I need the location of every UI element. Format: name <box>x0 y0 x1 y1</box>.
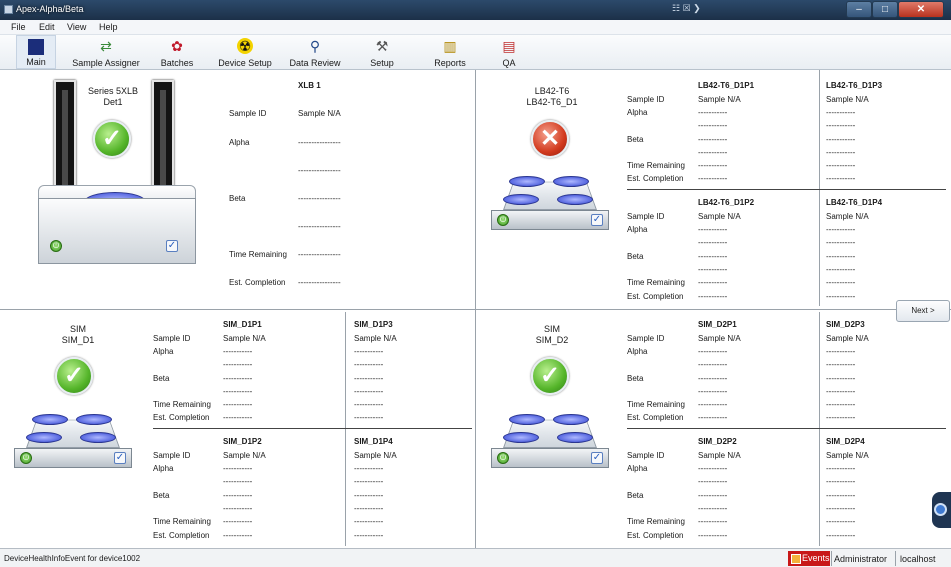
device-name: Series 5XLB <box>87 86 139 96</box>
books-icon: ▥ <box>443 38 457 54</box>
device-dashboard: ⏻ ✓ Series 5XLB Det1 ✓ XLB 1 Sample ID S… <box>0 70 951 548</box>
app-icon <box>4 5 13 14</box>
device-sub: SIM_D1 <box>61 335 95 345</box>
maximize-button[interactable]: □ <box>872 1 898 18</box>
check-badge-icon: ✓ <box>166 240 178 252</box>
power-led-icon: ⏻ <box>20 452 32 464</box>
ok-status-icon: ✓ <box>93 120 131 158</box>
toolbar-batches-button[interactable]: ✿ Batches <box>156 35 198 69</box>
power-led-icon: ⏻ <box>497 452 509 464</box>
menu-help[interactable]: Help <box>99 22 118 32</box>
toolbar: Main ⇄ Sample Assigner ✿ Batches ☢ Devic… <box>0 35 951 70</box>
menu-view[interactable]: View <box>67 22 86 32</box>
device-name: SIM <box>543 324 560 334</box>
device-sub: LB42-T6_D1 <box>526 97 578 107</box>
status-bar: DeviceHealthInfoEvent for device1002 Eve… <box>0 548 951 567</box>
toolbar-main-button[interactable]: Main <box>16 35 56 69</box>
tray-detector-image: ⏻ ✓ <box>14 408 132 474</box>
col-divider-top <box>475 70 476 309</box>
status-message: DeviceHealthInfoEvent for device1002 <box>4 554 141 563</box>
next-button[interactable]: Next > <box>896 300 950 322</box>
minimize-button[interactable]: – <box>846 1 872 18</box>
toolbar-qa-button[interactable]: ▤ QA <box>494 35 524 69</box>
close-button[interactable]: ✕ <box>898 1 944 18</box>
binoculars-icon: ⚲ <box>309 38 321 54</box>
error-status-icon: ✕ <box>531 120 569 158</box>
power-led-icon: ⏻ <box>50 240 62 252</box>
sample-assigner-icon: ⇄ <box>100 38 112 54</box>
toolbar-data-review-button[interactable]: ⚲ Data Review <box>286 35 344 69</box>
device-name: LB42-T6 <box>534 86 570 96</box>
menu-bar: File Edit View Help <box>0 20 951 35</box>
current-user: Administrator <box>834 554 888 564</box>
toolbar-sample-assigner-button[interactable]: ⇄ Sample Assigner <box>70 35 142 69</box>
events-button[interactable]: Events <box>788 551 830 566</box>
toolbar-device-setup-button[interactable]: ☢ Device Setup <box>216 35 274 69</box>
col-divider-bottom <box>475 310 476 548</box>
server-host: localhost <box>900 554 936 564</box>
tray-detector-image: ⏻ ✓ <box>491 408 609 474</box>
taskbar-widget[interactable]: ☷ ☒ ❯ <box>672 3 712 16</box>
device-name: SIM <box>69 324 86 334</box>
side-panel-toggle[interactable] <box>932 492 951 528</box>
device-sub: Det1 <box>103 97 123 107</box>
globe-icon <box>934 503 947 516</box>
tools-icon: ⚒ <box>375 38 389 54</box>
radiation-icon: ☢ <box>237 38 253 54</box>
toolbar-setup-button[interactable]: ⚒ Setup <box>362 35 402 69</box>
tray-detector-image: ⏻ ✓ <box>491 170 609 236</box>
check-badge-icon: ✓ <box>591 214 603 226</box>
main-icon <box>28 39 44 55</box>
check-badge-icon: ✓ <box>591 452 603 464</box>
batches-icon: ✿ <box>171 38 183 54</box>
menu-file[interactable]: File <box>11 22 26 32</box>
ok-status-icon: ✓ <box>531 357 569 395</box>
toolbar-reports-button[interactable]: ▥ Reports <box>428 35 472 69</box>
power-led-icon: ⏻ <box>497 214 509 226</box>
ok-status-icon: ✓ <box>55 357 93 395</box>
qa-chart-icon: ▤ <box>502 38 516 54</box>
detector-label: XLB 1 <box>298 81 321 90</box>
title-bar: Apex-Alpha/Beta ☷ ☒ ❯ – □ ✕ <box>0 0 951 20</box>
check-badge-icon: ✓ <box>114 452 126 464</box>
window-title: Apex-Alpha/Beta <box>16 4 84 14</box>
device-sub: SIM_D2 <box>535 335 569 345</box>
menu-edit[interactable]: Edit <box>39 22 55 32</box>
